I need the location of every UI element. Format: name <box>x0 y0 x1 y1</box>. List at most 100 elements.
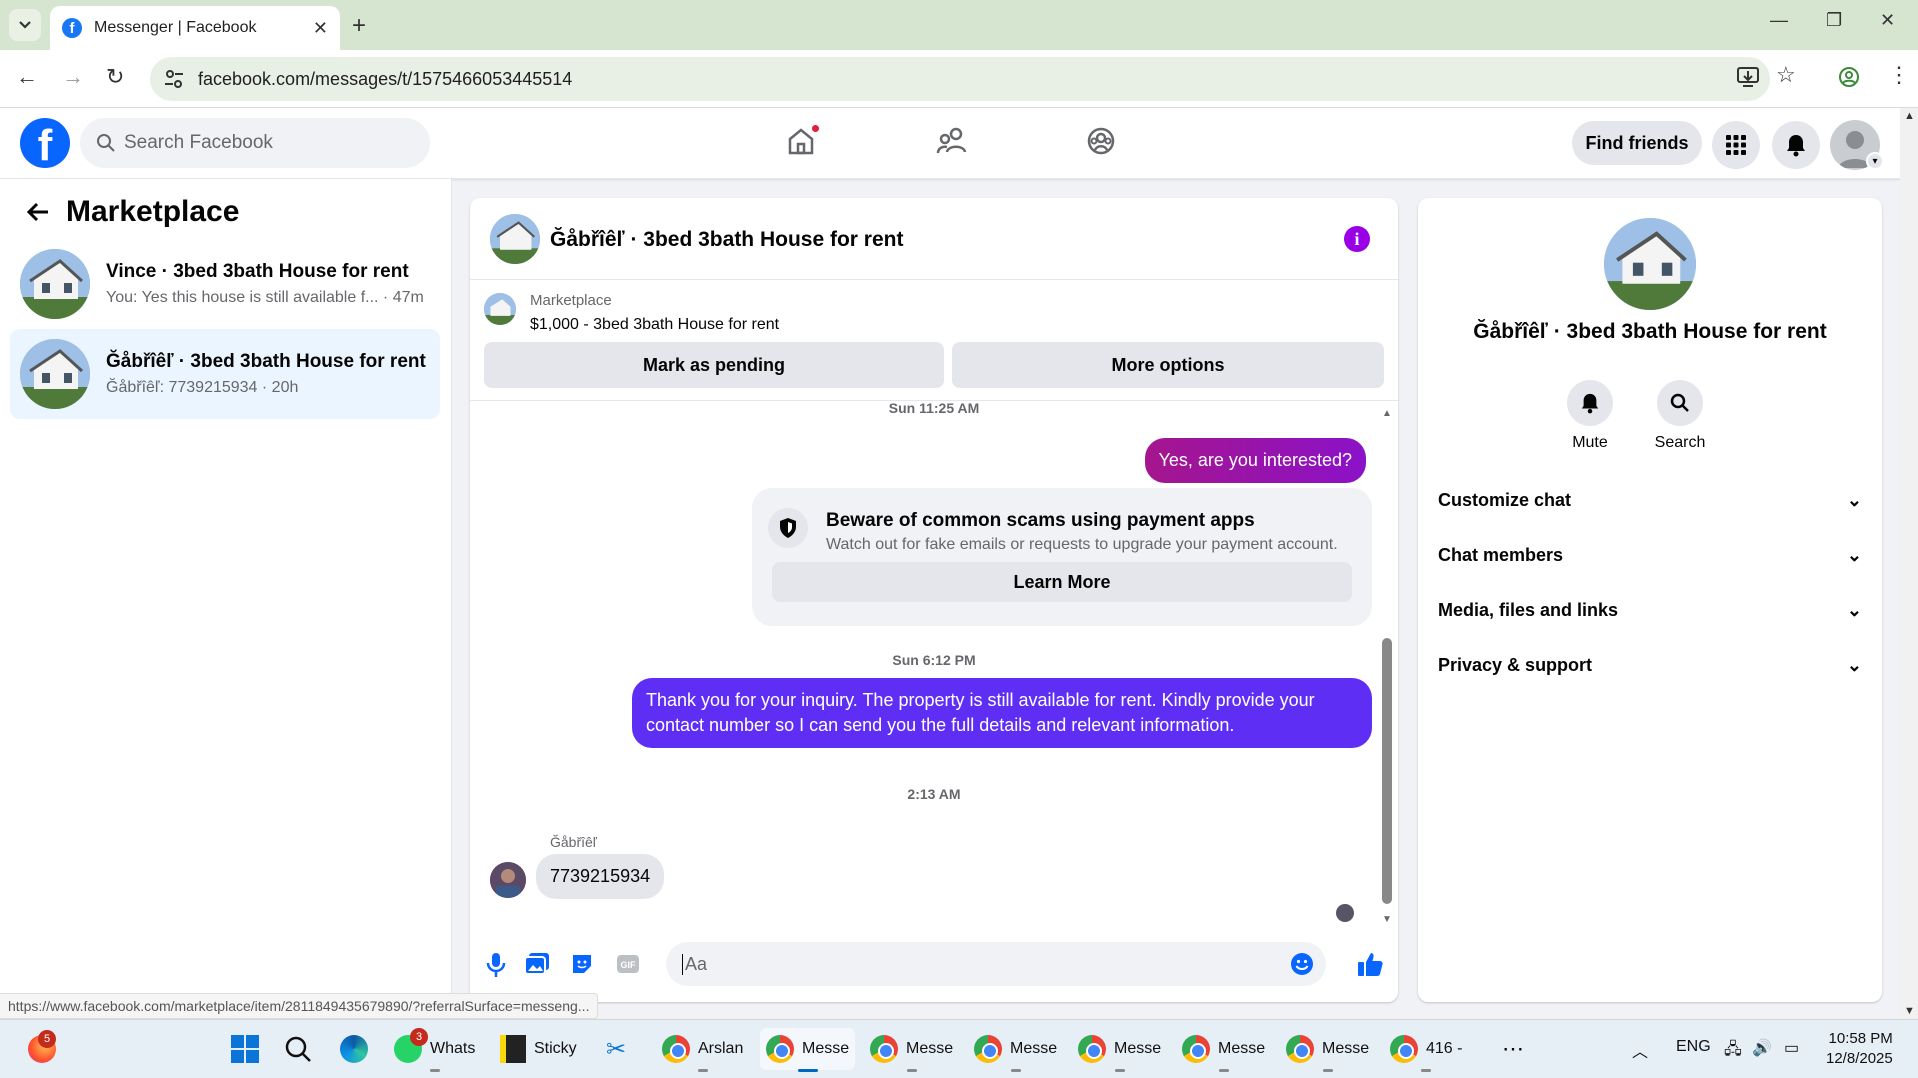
conversation-item[interactable]: Vince · 3bed 3bath House for rent You: Y… <box>10 239 440 329</box>
chrome-taskbar-item-active[interactable]: Messe <box>760 1028 856 1072</box>
clock-date: 12/8/2025 <box>1826 1050 1893 1067</box>
search-in-conversation-button[interactable]: Search <box>1640 380 1720 452</box>
mark-as-pending-button[interactable]: Mark as pending <box>484 342 944 388</box>
chrome-icon <box>1286 1035 1314 1063</box>
sticky-notes-taskbar-item[interactable]: Sticky <box>494 1028 583 1070</box>
search-label: Search <box>1654 434 1706 451</box>
forward-button[interactable]: → <box>62 64 84 90</box>
groups-icon[interactable] <box>1086 126 1116 156</box>
microphone-icon[interactable] <box>486 952 506 978</box>
battery-icon[interactable]: ▭ <box>1784 1038 1799 1058</box>
chrome-taskbar-item[interactable]: Messe <box>1280 1028 1375 1072</box>
profile-icon[interactable] <box>1838 66 1860 88</box>
sidebar-title: Marketplace <box>66 195 240 228</box>
close-tab-icon[interactable]: ✕ <box>313 18 328 39</box>
back-arrow-icon[interactable] <box>26 201 50 223</box>
tab-search-button[interactable] <box>9 9 41 41</box>
scroll-down-icon[interactable]: ▼ <box>1904 1005 1915 1017</box>
new-tab-button[interactable]: + <box>352 12 366 40</box>
search-taskbar-button[interactable] <box>278 1028 318 1070</box>
volume-icon[interactable]: 🔊 <box>1752 1038 1772 1058</box>
bell-icon <box>1787 135 1805 157</box>
svg-text:GIF: GIF <box>621 960 637 970</box>
page-scrollbar[interactable]: ▲ ▼ <box>1900 108 1918 1019</box>
snipping-tool-taskbar-item[interactable]: ✂ <box>600 1028 632 1070</box>
details-avatar[interactable] <box>1604 218 1696 310</box>
start-button[interactable] <box>224 1028 266 1070</box>
conversation-item-active[interactable]: Ğåbřîêľ · 3bed 3bath House for rent Ğåbř… <box>10 329 440 419</box>
media-files-links-section[interactable]: Media, files and links ⌄ <box>1438 590 1862 630</box>
info-icon[interactable]: i <box>1344 226 1370 252</box>
privacy-support-section[interactable]: Privacy & support ⌄ <box>1438 645 1862 685</box>
minimize-button[interactable]: — <box>1770 10 1788 31</box>
mute-label: Mute <box>1572 434 1608 451</box>
browser-menu-icon[interactable]: ⋮ <box>1888 62 1910 88</box>
edge-taskbar-item[interactable] <box>334 1028 374 1070</box>
address-bar[interactable]: facebook.com/messages/t/1575466053445514 <box>150 57 1770 101</box>
chrome-taskbar-item[interactable]: Messe <box>864 1028 959 1072</box>
find-friends-button[interactable]: Find friends <box>1572 121 1702 165</box>
grid-icon <box>1726 135 1746 155</box>
sender-avatar[interactable] <box>490 862 526 898</box>
clock[interactable]: 10:58 PM 12/8/2025 <box>1826 1029 1893 1069</box>
taskbar-label: Messe <box>1322 1040 1370 1057</box>
photo-icon[interactable] <box>524 952 550 976</box>
close-window-button[interactable]: ✕ <box>1880 10 1895 31</box>
restore-button[interactable]: ❐ <box>1826 10 1842 31</box>
account-chevron-icon[interactable]: ▾ <box>1866 152 1884 170</box>
tab-title: Messenger | Facebook <box>94 19 257 36</box>
chat-members-section[interactable]: Chat members ⌄ <box>1438 535 1862 575</box>
chrome-taskbar-item[interactable]: Messe <box>968 1028 1063 1072</box>
notifications-button[interactable] <box>1772 121 1820 169</box>
thumbs-up-icon[interactable] <box>1356 950 1384 978</box>
site-settings-icon[interactable] <box>164 69 184 89</box>
scroll-up-icon[interactable]: ▲ <box>1904 110 1915 122</box>
clock-time: 10:58 PM <box>1828 1030 1893 1047</box>
learn-more-button[interactable]: Learn More <box>772 562 1352 602</box>
bookmark-star-icon[interactable]: ☆ <box>1776 62 1796 88</box>
chrome-icon <box>766 1035 794 1063</box>
message-outgoing[interactable]: Thank you for your inquiry. The property… <box>632 678 1372 748</box>
customize-chat-section[interactable]: Customize chat ⌄ <box>1438 480 1862 520</box>
show-hidden-icons-button[interactable]: ︿ <box>1632 1038 1648 1062</box>
more-taskbar-items-button[interactable]: ⋯ <box>1496 1028 1530 1070</box>
scroll-down-icon[interactable]: ▼ <box>1382 914 1392 925</box>
running-indicator <box>1218 1069 1229 1072</box>
emoji-icon[interactable] <box>1290 952 1314 976</box>
more-options-button[interactable]: More options <box>952 342 1384 388</box>
network-icon[interactable]: 🖧 <box>1724 1038 1742 1065</box>
facebook-logo[interactable]: f <box>20 118 70 168</box>
scroll-up-icon[interactable]: ▲ <box>1382 408 1392 419</box>
search-icon <box>97 134 115 152</box>
gif-icon[interactable]: GIF <box>616 954 640 974</box>
firefox-taskbar-item[interactable]: 5 <box>22 1028 62 1070</box>
chevron-down-icon: ⌄ <box>1846 544 1862 565</box>
search-facebook-input[interactable]: Search Facebook <box>80 118 430 168</box>
browser-tab-messenger[interactable]: f Messenger | Facebook ✕ <box>50 6 340 50</box>
listing-title[interactable]: $1,000 - 3bed 3bath House for rent <box>530 316 779 334</box>
taskbar-label: Messe <box>1114 1040 1162 1057</box>
whatsapp-taskbar-item[interactable]: 3 Whats <box>388 1028 481 1072</box>
friends-icon[interactable] <box>936 126 968 156</box>
scissors-icon: ✂ <box>606 1035 627 1063</box>
message-outgoing[interactable]: Yes, are you interested? <box>1144 438 1366 483</box>
chrome-taskbar-item[interactable]: Arslan <box>656 1028 749 1072</box>
message-input[interactable]: Aa <box>666 942 1326 986</box>
chat-title[interactable]: Ğåbřîêľ · 3bed 3bath House for rent <box>550 228 903 252</box>
message-incoming[interactable]: 7739215934 <box>536 854 665 899</box>
language-indicator[interactable]: ENG <box>1676 1038 1711 1056</box>
chrome-taskbar-item[interactable]: 416 - <box>1384 1028 1468 1072</box>
chrome-taskbar-item[interactable]: Messe <box>1176 1028 1271 1072</box>
install-app-icon[interactable] <box>1736 66 1760 88</box>
mute-button[interactable]: Mute <box>1550 380 1630 452</box>
chat-avatar[interactable] <box>490 214 540 264</box>
menu-grid-button[interactable] <box>1712 121 1760 169</box>
chrome-taskbar-item[interactable]: Messe <box>1072 1028 1167 1072</box>
back-button[interactable]: ← <box>16 64 38 90</box>
reload-button[interactable]: ↻ <box>106 64 124 90</box>
chat-scroll-thumb[interactable] <box>1382 638 1392 904</box>
search-icon <box>285 1036 311 1062</box>
listing-thumbnail[interactable] <box>484 293 516 325</box>
scam-title: Beware of common scams using payment app… <box>826 510 1255 531</box>
sticker-icon[interactable] <box>570 952 594 976</box>
